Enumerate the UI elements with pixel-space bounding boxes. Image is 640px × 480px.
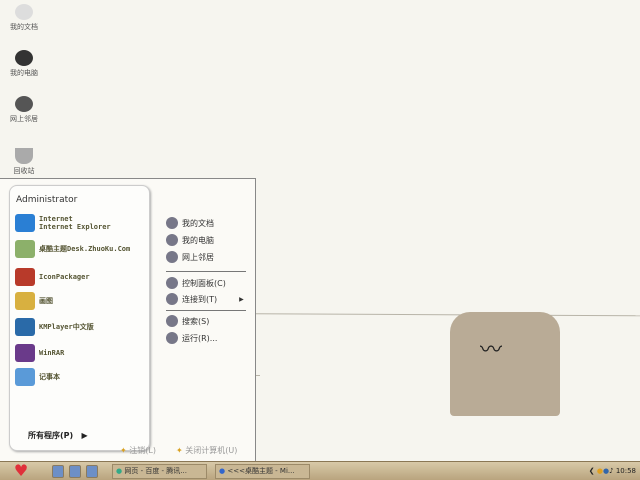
volume-icon[interactable]: ♪ (609, 467, 613, 475)
program-label: 记事本 (39, 373, 60, 381)
task-label: <<<桌酷主题 - Mi... (227, 467, 295, 475)
program-label: WinRAR (39, 349, 65, 357)
quicklaunch-desktop-icon[interactable] (86, 464, 98, 478)
program-item[interactable]: Internet Internet Explorer (15, 214, 111, 232)
my-computer-icon (166, 234, 178, 246)
ie-icon (15, 214, 35, 232)
separator (166, 271, 246, 272)
icon-label: 我的电脑 (10, 69, 38, 77)
ie-icon: ● (219, 467, 226, 475)
logoff-button[interactable]: ✦ 注销(L) (120, 445, 156, 456)
recycle-bin-icon (15, 148, 33, 164)
desktop-icon-my-computer[interactable]: 我的电脑 (2, 50, 46, 78)
program-label: KMPlayer中文版 (39, 323, 94, 331)
run-icon (166, 332, 178, 344)
place-item[interactable]: 搜索(S) (166, 315, 209, 327)
program-item[interactable]: KMPlayer中文版 (15, 318, 94, 336)
power-icon: ✦ (176, 446, 183, 455)
zhuoku-icon (15, 240, 35, 258)
program-label: 桌酷主题Desk.ZhuoKu.Com (39, 245, 131, 253)
iconpackager-icon (15, 268, 35, 286)
place-label: 我的电脑 (182, 235, 214, 245)
task-label: 网页 - 百度 - 腾讯... (124, 467, 187, 475)
system-tray: ❮ ● ● ♪ 10:58 (589, 467, 636, 475)
arrow-right-icon: ▶ (75, 431, 88, 440)
place-item[interactable]: 网上邻居 (166, 251, 214, 263)
program-item[interactable]: 桌酷主题Desk.ZhuoKu.Com (15, 240, 130, 258)
all-programs-label: 所有程序(P) (28, 431, 74, 440)
program-item[interactable]: WinRAR (15, 344, 64, 362)
place-label: 网上邻居 (182, 252, 214, 262)
icon-label: 网上邻居 (10, 115, 38, 123)
program-item[interactable]: 记事本 (15, 368, 60, 386)
my-documents-icon (166, 217, 178, 229)
program-item[interactable]: 画图 (15, 292, 53, 310)
place-item[interactable]: 运行(R)... (166, 332, 217, 344)
network-icon (166, 251, 178, 263)
place-item[interactable]: 控制面板(C) (166, 277, 226, 289)
taskbar: ♥ ● 网页 - 百度 - 腾讯... ● <<<桌酷主题 - Mi... ❮ … (0, 461, 640, 480)
paint-icon (15, 292, 35, 310)
icon-label: 我的文档 (10, 23, 38, 31)
program-label: IconPackager (39, 273, 90, 281)
place-item[interactable]: 我的电脑 (166, 234, 214, 246)
user-name: Administrator (16, 195, 78, 205)
program-label: 画图 (39, 297, 53, 305)
place-label: 运行(R)... (182, 333, 218, 343)
sweater-wallpaper (450, 312, 560, 416)
notepad-icon (15, 368, 35, 386)
key-icon: ✦ (120, 446, 127, 455)
program-label: Internet Internet Explorer (39, 215, 111, 231)
place-label: 我的文档 (182, 218, 214, 228)
kmplayer-icon (15, 318, 35, 336)
task-button-ie[interactable]: ● <<<桌酷主题 - Mi... (215, 463, 310, 479)
control-panel-icon (166, 277, 178, 289)
icon-label: 回收站 (13, 167, 35, 175)
desktop-icon-recycle-bin[interactable]: 回收站 (2, 148, 46, 176)
shutdown-label: 关闭计算机(U) (185, 446, 238, 455)
place-item[interactable]: 连接到(T) ▶ (166, 293, 244, 305)
separator (166, 310, 246, 311)
start-button[interactable]: ♥ (8, 463, 34, 479)
place-item[interactable]: 我的文档 (166, 217, 214, 229)
task-button-browser[interactable]: ● 网页 - 百度 - 腾讯... (112, 463, 207, 479)
network-icon (15, 96, 33, 112)
tray-arrow-icon[interactable]: ❮ (589, 467, 595, 475)
browser-icon: ● (116, 467, 123, 475)
search-icon (166, 315, 178, 327)
my-documents-icon (15, 4, 33, 20)
program-item[interactable]: IconPackager (15, 268, 90, 286)
logoff-label: 注销(L) (129, 446, 156, 455)
place-label: 搜索(S) (182, 316, 210, 326)
mustache: 〰 (480, 338, 503, 363)
place-label: 控制面板(C) (182, 278, 226, 288)
shutdown-button[interactable]: ✦ 关闭计算机(U) (176, 445, 237, 456)
desktop-icon-my-documents[interactable]: 我的文档 (2, 4, 46, 32)
start-menu: Administrator Internet Internet Explorer… (0, 178, 256, 462)
my-computer-icon (15, 50, 33, 66)
connect-icon (166, 293, 178, 305)
all-programs-button[interactable]: 所有程序(P) ▶ (28, 430, 88, 441)
place-label: 连接到(T) (182, 294, 218, 304)
clock[interactable]: 10:58 (616, 467, 636, 475)
winrar-icon (15, 344, 35, 362)
programs-panel: Administrator Internet Internet Explorer… (9, 185, 150, 451)
desktop-icon-network[interactable]: 网上邻居 (2, 96, 46, 124)
arrow-right-icon: ▶ (239, 295, 244, 303)
quicklaunch-ie-icon[interactable] (52, 464, 64, 478)
quicklaunch-media-icon[interactable] (69, 464, 81, 478)
